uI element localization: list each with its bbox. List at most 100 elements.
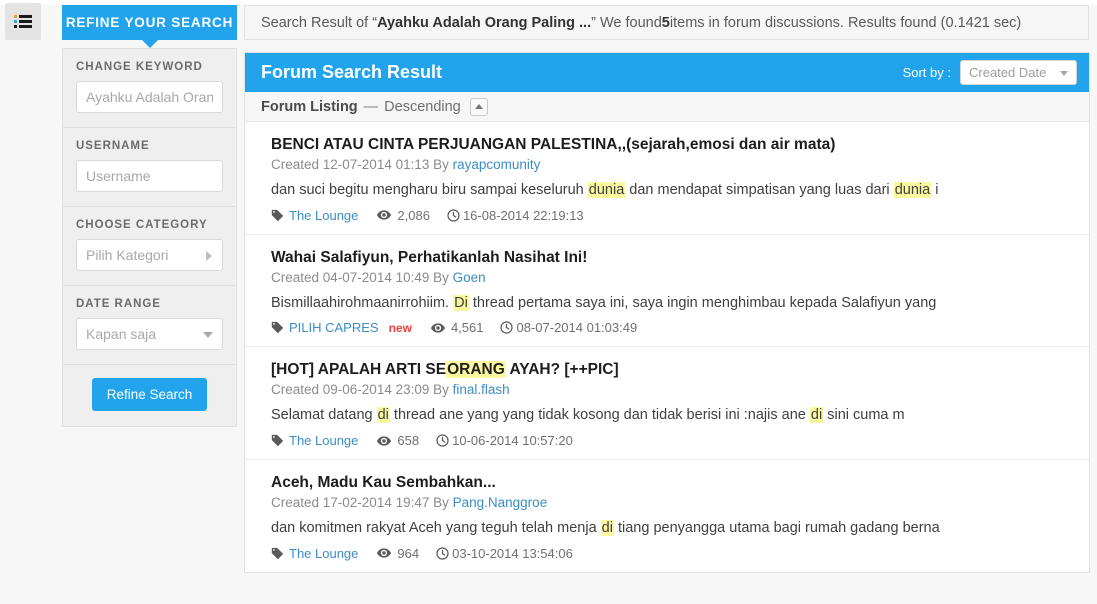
clock-icon: [447, 209, 460, 222]
summary-query: Ayahku Adalah Orang Paling ...: [377, 14, 592, 31]
result-category-link[interactable]: The Lounge: [289, 433, 358, 448]
sort-by-label: Sort by :: [902, 65, 951, 80]
result-category: The Lounge: [271, 546, 358, 561]
listing-label: Forum Listing: [261, 98, 358, 115]
highlight: di: [376, 407, 390, 424]
tag-icon: [271, 434, 284, 447]
result-views: 4,561: [430, 320, 484, 336]
sort-by-value: Created Date: [969, 65, 1047, 80]
result-views-count: 4,561: [450, 320, 484, 336]
summary-suffix: items in forum discussions. Results foun…: [669, 14, 1022, 31]
result-views: 658: [377, 433, 419, 448]
result-created: Created 12-07-2014 01:13 By rayapcomunit…: [271, 157, 1073, 172]
clock-icon: [500, 321, 514, 334]
keyword-input[interactable]: [76, 81, 223, 113]
date-range-select-value: Kapan saja: [86, 326, 157, 342]
sort-control: Sort by : Created Date: [903, 60, 1077, 85]
result-item: [HOT] APALAH ARTI SEORANG AYAH? [++PIC] C…: [245, 347, 1089, 461]
refine-search-button[interactable]: Refine Search: [91, 378, 208, 411]
result-meta: The Lounge 964 03-10-2014 13:54:06: [271, 546, 1073, 561]
result-date: 16-08-2014 22:19:13: [447, 208, 584, 223]
eye-icon: [430, 323, 445, 333]
result-category: The Lounge: [271, 208, 358, 223]
category-select[interactable]: Pilih Kategori: [76, 239, 223, 271]
result-views-count: 2,086: [397, 207, 430, 223]
results-list: BENCI ATAU CINTA PERJUANGAN PALESTINA,,(…: [245, 122, 1089, 572]
summary-prefix: Search Result of “: [261, 14, 378, 31]
highlight: dunia: [587, 181, 626, 198]
highlight: di: [809, 407, 824, 424]
result-item: Aceh, Madu Kau Sembahkan... Created 17-02…: [245, 460, 1089, 572]
result-category-link[interactable]: The Lounge: [289, 208, 358, 223]
filter-group-category: CHOOSE CATEGORY Pilih Kategori: [63, 207, 236, 286]
filter-label-username: USERNAME: [76, 140, 150, 152]
filter-group-submit: Refine Search: [63, 365, 236, 426]
result-date: 10-06-2014 10:57:20: [436, 433, 573, 448]
result-category: PILIH CAPRES new: [271, 320, 412, 335]
result-title[interactable]: [HOT] APALAH ARTI SEORANG AYAH? [++PIC]: [271, 360, 1073, 380]
result-meta: PILIH CAPRES new 4,561 08-07-2014 01:03:49: [271, 320, 1073, 335]
refine-search-sidebar: CHANGE KEYWORD USERNAME CHOOSE CATEGORY …: [62, 48, 237, 427]
result-author-link[interactable]: final.flash: [453, 382, 510, 397]
result-views-count: 658: [397, 433, 420, 449]
filter-label-date-range: DATE RANGE: [76, 298, 161, 310]
tag-icon: [271, 209, 284, 221]
chevron-right-icon: [206, 251, 212, 261]
filter-label-category: CHOOSE CATEGORY: [76, 219, 208, 231]
result-snippet: dan suci begitu mengharu biru sampai kes…: [271, 181, 939, 198]
chevron-down-icon: [1060, 71, 1068, 76]
clock-icon: [436, 547, 449, 560]
menu-toggle-button[interactable]: [5, 3, 41, 40]
highlight: dunia: [893, 181, 932, 198]
result-snippet: dan komitmen rakyat Aceh yang teguh tela…: [271, 519, 940, 536]
result-date-value: 08-07-2014 01:03:49: [516, 320, 638, 336]
result-snippet: Selamat datang di thread ane yang yang t…: [271, 407, 905, 424]
result-author-link[interactable]: Goen: [453, 270, 486, 285]
search-summary-bar: Search Result of “Ayahku Adalah Orang Pa…: [244, 5, 1089, 40]
list-menu-icon: [14, 15, 32, 28]
result-created: Created 09-06-2014 23:09 By final.flash: [271, 382, 1073, 397]
username-input[interactable]: [76, 160, 223, 192]
refine-search-tab[interactable]: REFINE YOUR SEARCH: [62, 5, 237, 40]
result-meta: The Lounge 658 10-06-2014 10:57:20: [271, 433, 1073, 448]
result-date: 03-10-2014 13:54:06: [436, 546, 573, 561]
clock-icon: [436, 434, 449, 447]
result-category-link[interactable]: PILIH CAPRES: [289, 320, 379, 335]
highlight: ORANG: [446, 361, 506, 379]
refine-search-tab-label: REFINE YOUR SEARCH: [65, 15, 234, 30]
results-panel: Forum Search Result Sort by : Created Da…: [244, 52, 1090, 573]
result-created: Created 04-07-2014 10:49 By Goen: [271, 270, 1073, 285]
result-views-count: 964: [397, 545, 420, 561]
result-item: BENCI ATAU CINTA PERJUANGAN PALESTINA,,(…: [245, 122, 1089, 235]
result-author-link[interactable]: Pang.Nanggroe: [453, 495, 548, 510]
result-author-link[interactable]: rayapcomunity: [453, 157, 541, 172]
highlight: Di: [453, 294, 469, 311]
sort-by-select[interactable]: Created Date: [960, 60, 1077, 85]
result-title[interactable]: Wahai Salafiyun, Perhatikanlah Nasihat I…: [271, 248, 1073, 268]
result-created-prefix: Created 12-07-2014 01:13 By: [271, 156, 453, 172]
listing-order: Descending: [384, 98, 461, 115]
result-category-link[interactable]: The Lounge: [289, 546, 358, 561]
result-category: The Lounge: [271, 433, 358, 448]
result-date-value: 10-06-2014 10:57:20: [452, 433, 573, 449]
category-select-value: Pilih Kategori: [86, 247, 169, 263]
result-created-prefix: Created 04-07-2014 10:49 By: [271, 269, 453, 285]
results-title: Forum Search Result: [261, 62, 443, 82]
result-title[interactable]: BENCI ATAU CINTA PERJUANGAN PALESTINA,,(…: [271, 135, 1073, 155]
result-title[interactable]: Aceh, Madu Kau Sembahkan...: [271, 473, 1073, 493]
result-created-prefix: Created 17-02-2014 19:47 By: [271, 494, 453, 510]
result-views: 964: [377, 546, 419, 561]
eye-icon: [377, 548, 392, 558]
result-item: Wahai Salafiyun, Perhatikanlah Nasihat I…: [245, 235, 1089, 348]
search-results-page: REFINE YOUR SEARCH Search Result of “Aya…: [0, 0, 1097, 604]
filter-group-username: USERNAME: [63, 128, 236, 207]
result-date-value: 16-08-2014 22:19:13: [462, 207, 584, 223]
filter-group-date-range: DATE RANGE Kapan saja: [63, 286, 236, 365]
date-range-select[interactable]: Kapan saja: [76, 318, 223, 350]
tag-icon: [271, 322, 284, 334]
results-header: Forum Search Result Sort by : Created Da…: [245, 53, 1089, 92]
caret-up-icon[interactable]: [469, 97, 488, 116]
listing-sort-bar: Forum Listing — Descending: [245, 92, 1089, 122]
chevron-down-icon: [203, 332, 213, 338]
result-created: Created 17-02-2014 19:47 By Pang.Nanggro…: [271, 495, 1073, 510]
